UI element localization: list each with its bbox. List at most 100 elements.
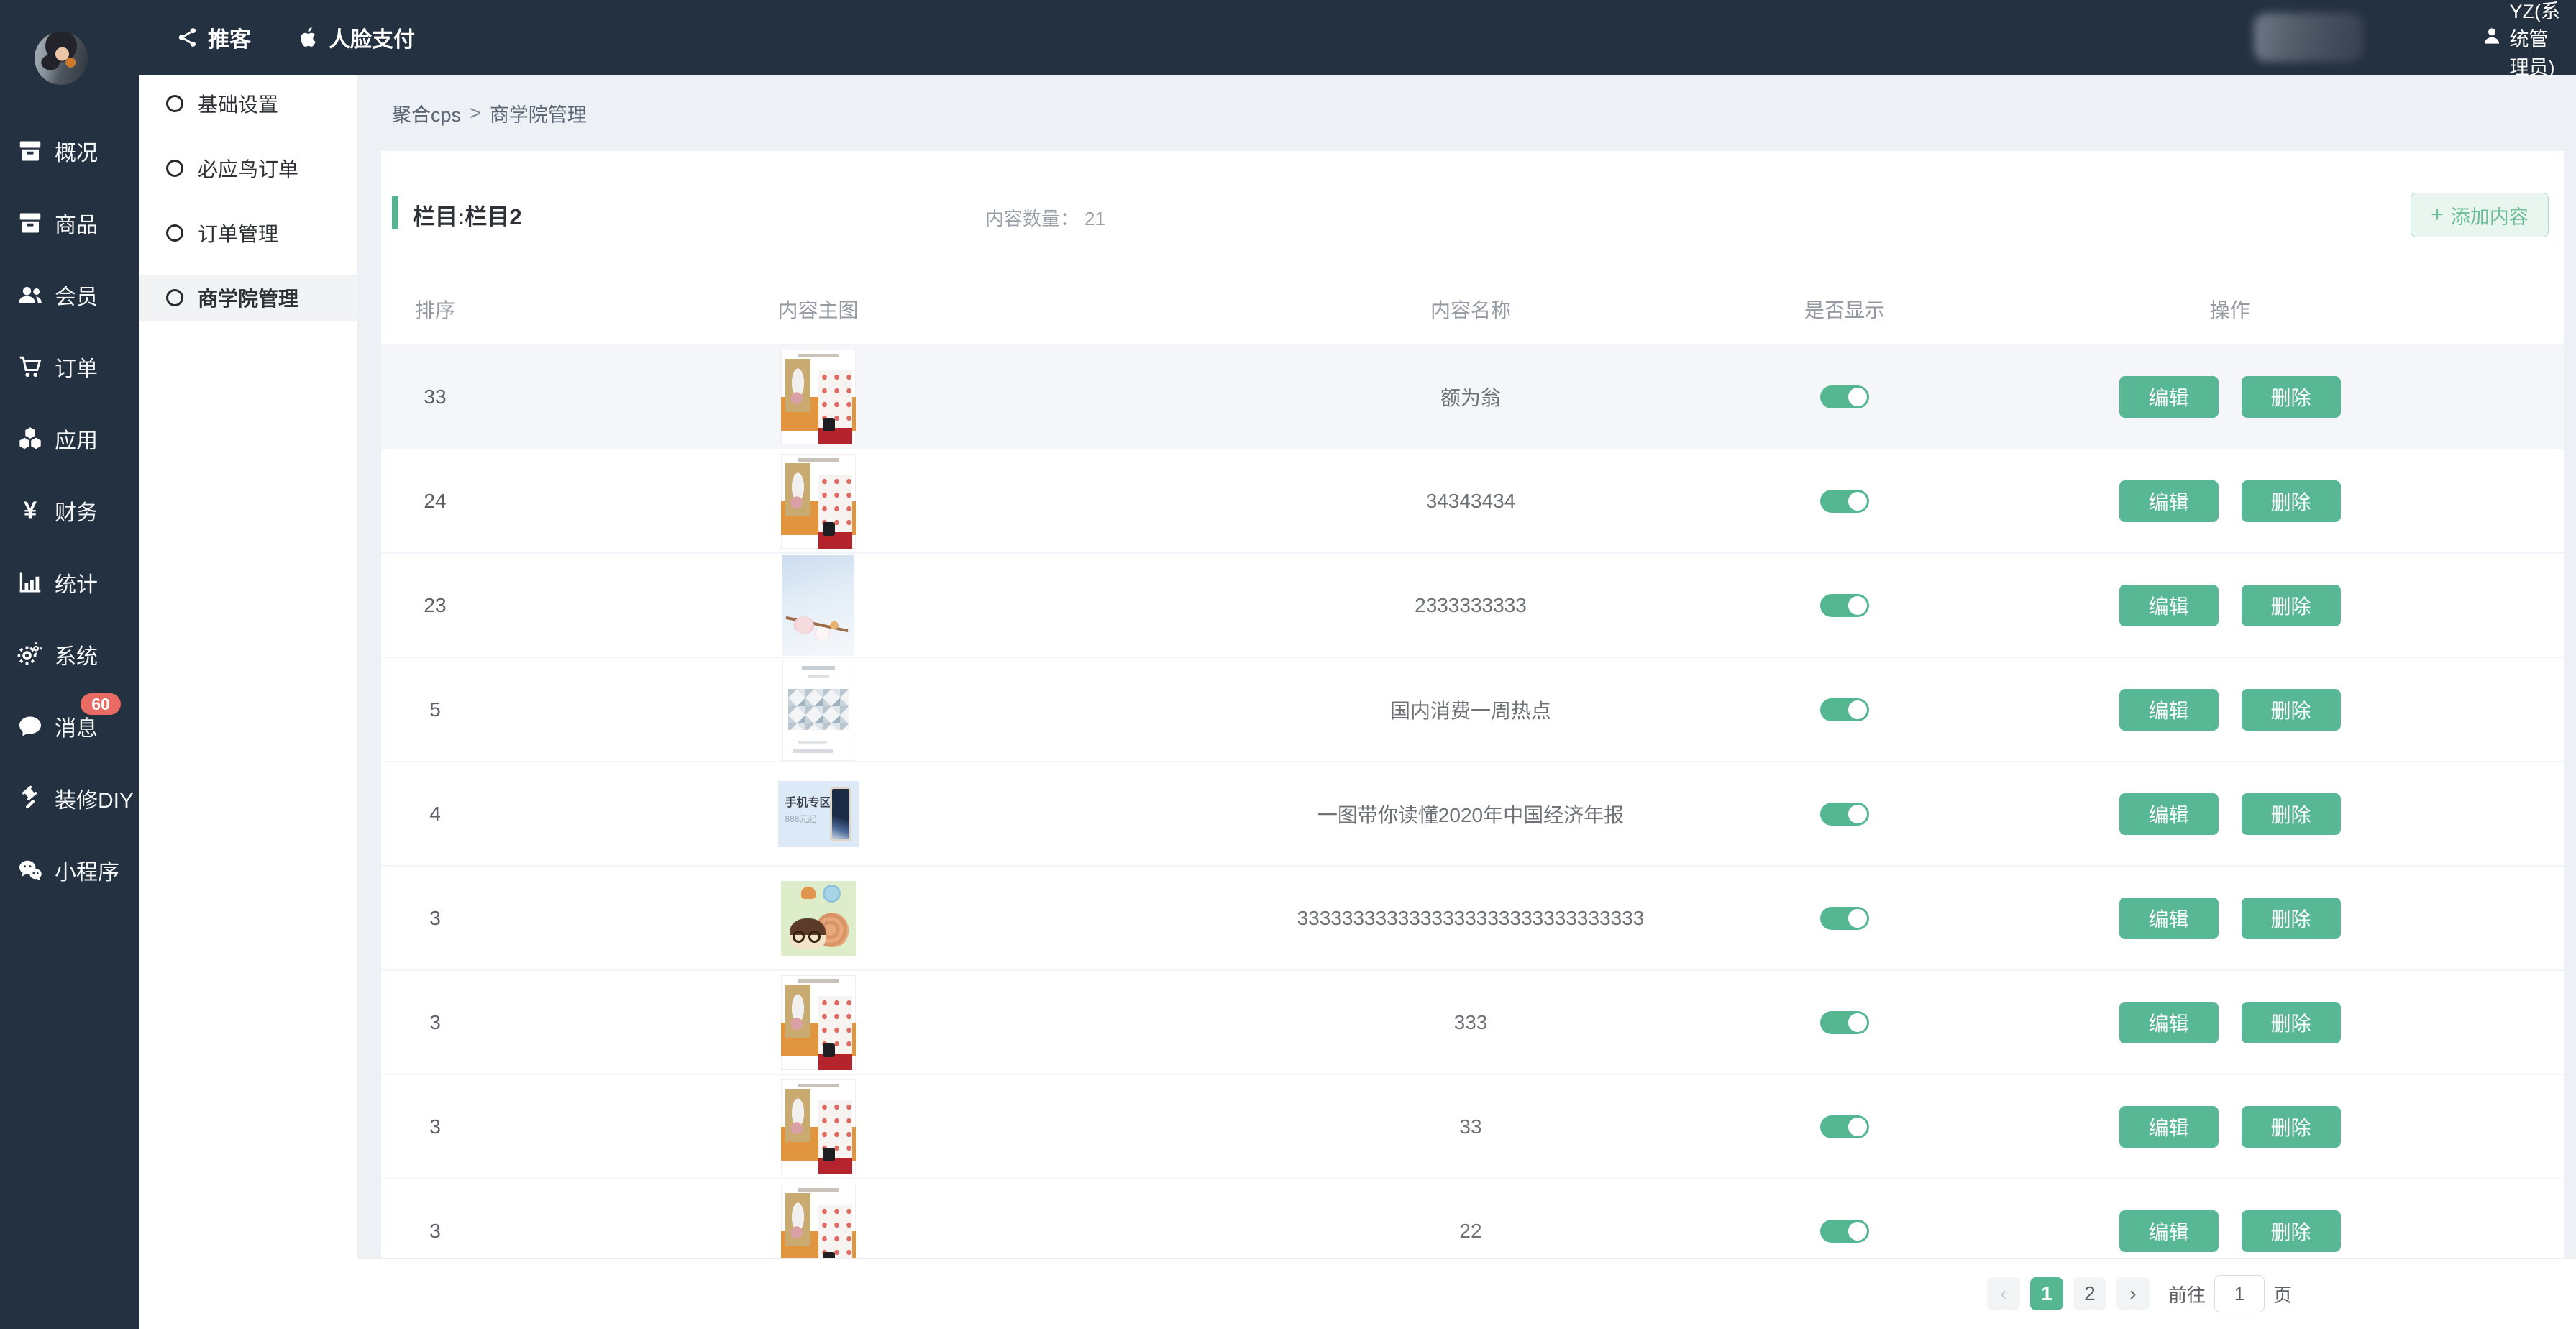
visibility-toggle[interactable] bbox=[1820, 1115, 1869, 1138]
row-visible-cell bbox=[1794, 1075, 1895, 1178]
edit-button[interactable]: 编辑 bbox=[2119, 793, 2219, 835]
topnav-item-label: 人脸支付 bbox=[329, 22, 415, 53]
sidebar-item-2[interactable]: 商品 bbox=[0, 187, 139, 259]
submenu-item-2[interactable]: 必应鸟订单 bbox=[139, 145, 357, 191]
phone-promo-price: 888元起 bbox=[785, 813, 817, 825]
delete-button[interactable]: 删除 bbox=[2242, 689, 2341, 731]
toggle-knob bbox=[1848, 1118, 1867, 1136]
user-name-label: YZ(系统管理员) bbox=[2510, 0, 2561, 80]
delete-button[interactable]: 删除 bbox=[2242, 585, 2341, 626]
panel-title: 栏目:栏目2 bbox=[413, 198, 522, 231]
sidebar-item-5[interactable]: 应用 bbox=[0, 403, 139, 475]
edit-button[interactable]: 编辑 bbox=[2119, 1210, 2219, 1252]
panel-header: 栏目:栏目2 内容数量：21 + 添加内容 bbox=[381, 151, 2564, 273]
row-visible-cell bbox=[1794, 345, 1895, 448]
table-row: 3333编辑删除 bbox=[381, 971, 2564, 1075]
chat-icon bbox=[16, 712, 45, 741]
edit-button[interactable]: 编辑 bbox=[2119, 480, 2219, 522]
sidebar-item-8[interactable]: 系统 bbox=[0, 618, 139, 690]
topnav-item-1[interactable]: 推客 bbox=[176, 22, 251, 53]
main-sidebar: 概况商品会员订单应用¥财务统计系统消息60装修DIY 小程序 bbox=[0, 0, 139, 1329]
radio-circle-icon bbox=[166, 95, 183, 112]
sidebar-item-11[interactable]: 小程序 bbox=[0, 834, 139, 906]
sidebar-item-label: 小程序 bbox=[55, 854, 119, 886]
add-content-button[interactable]: + 添加内容 bbox=[2411, 193, 2549, 237]
phone-promo-title: 手机专区 bbox=[785, 793, 831, 810]
user-menu[interactable]: YZ(系统管理员) bbox=[2481, 0, 2561, 75]
edit-button[interactable]: 编辑 bbox=[2119, 898, 2219, 939]
visibility-toggle[interactable] bbox=[1820, 698, 1869, 721]
row-sort-value: 5 bbox=[381, 658, 489, 761]
table-row: 232333333333编辑删除 bbox=[381, 554, 2564, 658]
visibility-toggle[interactable] bbox=[1820, 490, 1869, 513]
table-row: 33额为翁编辑删除 bbox=[381, 345, 2564, 449]
visibility-toggle[interactable] bbox=[1820, 1011, 1869, 1034]
row-sort-value: 3 bbox=[381, 867, 489, 969]
content-count-value: 21 bbox=[1084, 208, 1105, 229]
breadcrumb-parent[interactable]: 聚合cps bbox=[392, 99, 461, 127]
row-visible-cell bbox=[1794, 867, 1895, 969]
submenu-item-3[interactable]: 订单管理 bbox=[139, 210, 357, 256]
table-row: 2434343434编辑删除 bbox=[381, 449, 2564, 554]
delete-button[interactable]: 删除 bbox=[2242, 1210, 2341, 1252]
sidebar-item-4[interactable]: 订单 bbox=[0, 331, 139, 403]
table-row: 5国内消费一周热点编辑删除 bbox=[381, 658, 2564, 762]
sidebar-item-1[interactable]: 概况 bbox=[0, 115, 139, 187]
page-number-button-2[interactable]: 2 bbox=[2073, 1277, 2106, 1310]
breadcrumb-current: 商学院管理 bbox=[490, 99, 587, 127]
row-visible-cell bbox=[1794, 554, 1895, 657]
row-content-name: 34343434 bbox=[1147, 449, 1794, 552]
submenu-item-1[interactable]: 基础设置 bbox=[139, 81, 357, 127]
topnav-item-2[interactable]: 人脸支付 bbox=[297, 22, 415, 53]
edit-button[interactable]: 编辑 bbox=[2119, 585, 2219, 626]
column-header-3: 内容名称 bbox=[1147, 273, 1794, 344]
secondary-sidebar: 基础设置必应鸟订单订单管理商学院管理 bbox=[139, 75, 357, 1329]
visibility-toggle[interactable] bbox=[1820, 803, 1869, 826]
delete-button[interactable]: 删除 bbox=[2242, 793, 2341, 835]
submenu-item-4[interactable]: 商学院管理 bbox=[139, 275, 357, 321]
prev-page-button[interactable]: ‹ bbox=[1987, 1277, 2020, 1310]
row-content-name: 3333333333333333333333333333333 bbox=[1147, 867, 1794, 969]
gears-icon bbox=[16, 640, 45, 669]
sidebar-item-label: 系统 bbox=[55, 639, 98, 670]
sidebar-item-label: 消息 bbox=[55, 711, 98, 742]
sidebar-item-7[interactable]: 统计 bbox=[0, 547, 139, 618]
delete-button[interactable]: 删除 bbox=[2242, 1106, 2341, 1148]
sidebar-item-6[interactable]: ¥财务 bbox=[0, 475, 139, 547]
next-page-button[interactable]: › bbox=[2116, 1277, 2150, 1310]
page-number-button-1[interactable]: 1 bbox=[2030, 1277, 2063, 1310]
edit-button[interactable]: 编辑 bbox=[2119, 1106, 2219, 1148]
edit-button[interactable]: 编辑 bbox=[2119, 689, 2219, 731]
delete-button[interactable]: 删除 bbox=[2242, 898, 2341, 939]
visibility-toggle[interactable] bbox=[1820, 594, 1869, 617]
fashion-collage-thumbnail bbox=[781, 454, 856, 549]
toggle-knob bbox=[1848, 909, 1867, 928]
box-icon bbox=[16, 137, 45, 165]
row-thumb-cell bbox=[489, 658, 1147, 761]
edit-button[interactable]: 编辑 bbox=[2119, 1002, 2219, 1043]
row-sort-value: 4 bbox=[381, 762, 489, 865]
toggle-knob bbox=[1848, 1013, 1867, 1032]
visibility-toggle[interactable] bbox=[1820, 907, 1869, 930]
delete-button[interactable]: 删除 bbox=[2242, 1002, 2341, 1043]
row-actions-cell: 编辑删除 bbox=[1895, 554, 2564, 657]
user-avatar[interactable] bbox=[35, 32, 88, 85]
visibility-toggle[interactable] bbox=[1820, 385, 1869, 408]
delete-button[interactable]: 删除 bbox=[2242, 480, 2341, 522]
sidebar-item-label: 订单 bbox=[55, 351, 98, 383]
box-icon bbox=[16, 209, 45, 237]
goto-page-input[interactable] bbox=[2214, 1275, 2265, 1312]
breadcrumb: 聚合cps > 商学院管理 bbox=[392, 75, 587, 151]
sidebar-item-10[interactable]: 装修DIY bbox=[0, 762, 139, 834]
visibility-toggle[interactable] bbox=[1820, 1220, 1869, 1243]
table-body: 33额为翁编辑删除2434343434编辑删除232333333333编辑删除5… bbox=[381, 345, 2564, 1284]
submenu-list: 基础设置必应鸟订单订单管理商学院管理 bbox=[139, 81, 357, 321]
submenu-item-label: 必应鸟订单 bbox=[198, 154, 298, 183]
toggle-knob bbox=[1848, 700, 1867, 719]
users-icon bbox=[16, 280, 45, 309]
sidebar-item-9[interactable]: 消息60 bbox=[0, 690, 139, 762]
edit-button[interactable]: 编辑 bbox=[2119, 376, 2219, 418]
row-actions-cell: 编辑删除 bbox=[1895, 867, 2564, 969]
sidebar-item-3[interactable]: 会员 bbox=[0, 259, 139, 331]
delete-button[interactable]: 删除 bbox=[2242, 376, 2341, 418]
